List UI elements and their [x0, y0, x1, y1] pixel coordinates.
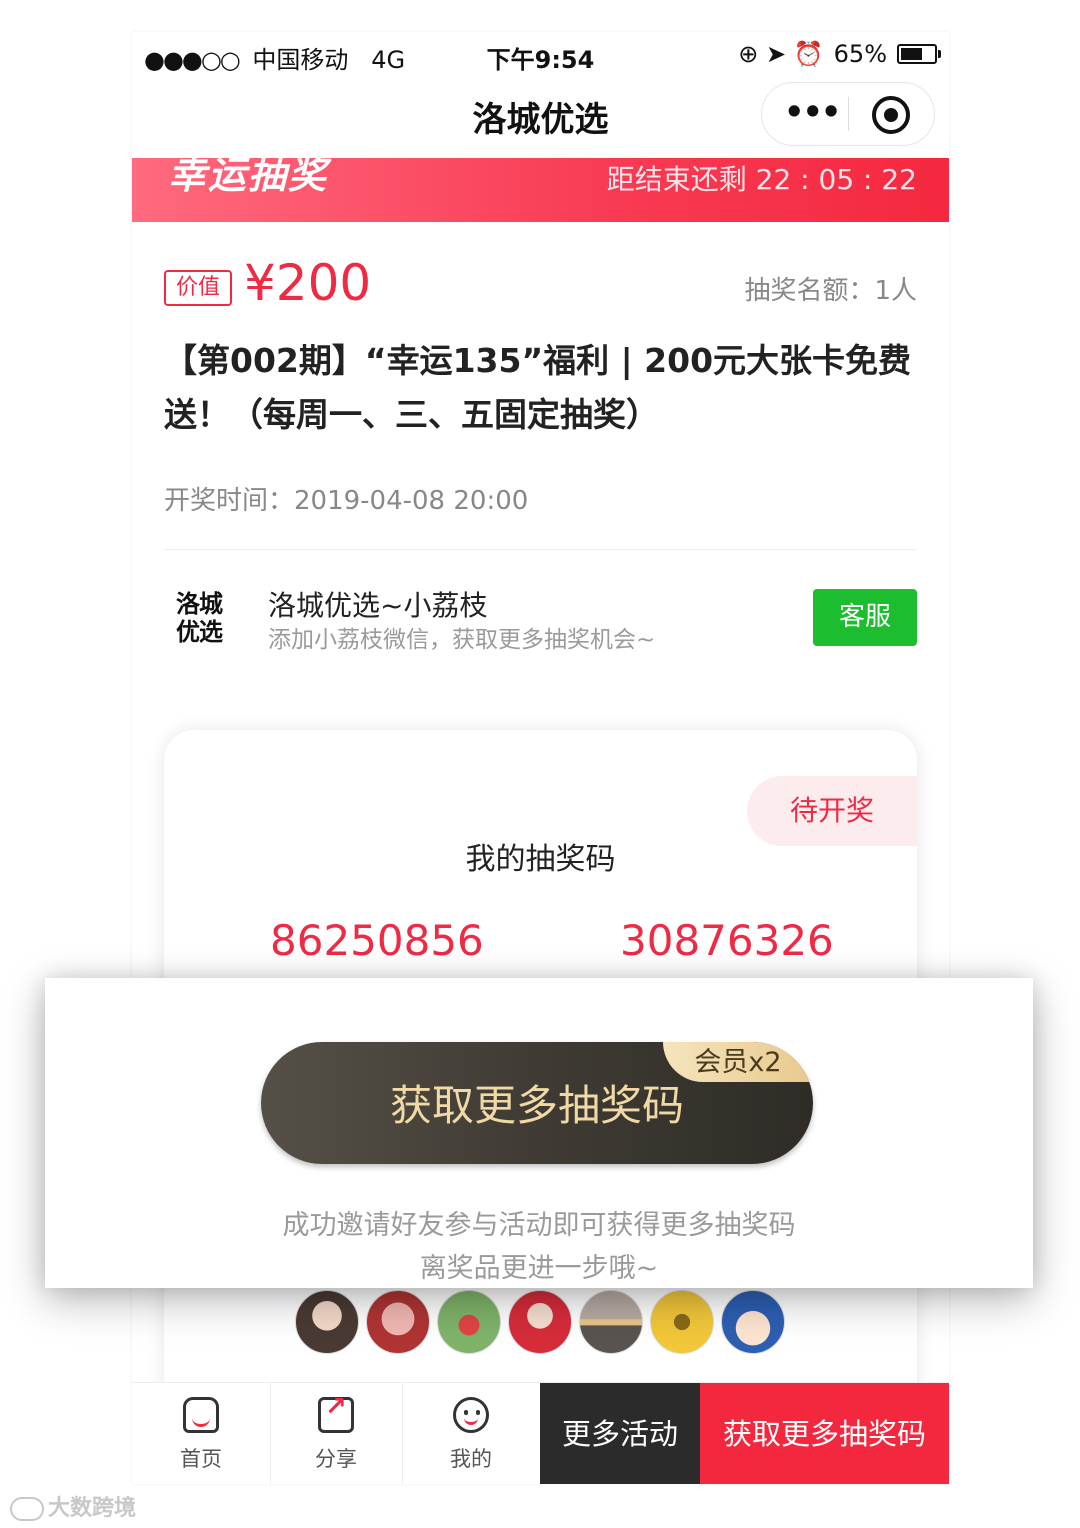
prize-price: ¥200	[244, 254, 372, 312]
battery-percent: 65%	[833, 40, 887, 68]
countdown-timer: 距结束还剩 22 : 05 : 22	[606, 163, 917, 196]
tab-home-label: 首页	[180, 1447, 222, 1471]
home-icon	[183, 1397, 219, 1433]
nav-bar: 洛城优选 •••	[132, 74, 949, 158]
participant-avatars	[295, 1290, 785, 1354]
tab-share-label: 分享	[315, 1447, 357, 1471]
lottery-code: 86250856	[270, 916, 484, 965]
more-icon[interactable]: •••	[784, 93, 841, 131]
smiley-icon	[453, 1397, 489, 1433]
invite-hint: 成功邀请好友参与活动即可获得更多抽奖码 离奖品更进一步哦~	[45, 1204, 1033, 1290]
invite-callout-panel: 获取更多抽奖码 会员x2 成功邀请好友参与活动即可获得更多抽奖码 离奖品更进一步…	[45, 978, 1033, 1288]
avatar	[437, 1290, 501, 1354]
lottery-code: 30876326	[620, 916, 834, 965]
tab-home[interactable]: 首页	[132, 1383, 271, 1484]
customer-service-button[interactable]: 客服	[813, 589, 917, 646]
banner-logo: 幸运抽奖	[168, 158, 329, 197]
battery-fill	[901, 48, 922, 60]
code-card-title: 我的抽奖码	[465, 842, 616, 877]
service-logo-line2: 优选	[176, 618, 223, 646]
service-name: 洛城优选~小荔枝	[268, 589, 488, 622]
tab-mine-label: 我的	[450, 1447, 492, 1471]
status-icons: ⊕ ➤ ⏰	[738, 40, 824, 68]
service-logo-line1: 洛城	[176, 590, 223, 618]
watermark: 大数跨境	[10, 1490, 136, 1522]
tab-mine[interactable]: 我的	[402, 1383, 540, 1484]
battery-icon	[897, 44, 941, 64]
miniprogram-capsule: •••	[761, 82, 935, 146]
tab-share[interactable]: 分享	[270, 1383, 403, 1484]
bottom-tab-bar: 首页 分享 我的 更多活动 获取更多抽奖码	[132, 1382, 949, 1484]
value-tag: 价值	[164, 270, 232, 306]
avatar	[579, 1290, 643, 1354]
capsule-divider	[848, 97, 849, 131]
divider	[164, 549, 917, 550]
status-right: ⊕ ➤ ⏰ 65%	[738, 40, 941, 68]
close-target-icon[interactable]	[872, 96, 910, 134]
avatar	[366, 1290, 430, 1354]
get-more-codes-big-button[interactable]: 获取更多抽奖码 会员x2	[261, 1042, 813, 1164]
avatar	[508, 1290, 572, 1354]
watermark-logo-icon	[10, 1497, 44, 1521]
avatar	[295, 1290, 359, 1354]
avatar	[650, 1290, 714, 1354]
status-bar: ●●●○○ 中国移动 4G 下午9:54 ⊕ ➤ ⏰ 65%	[132, 32, 949, 74]
invite-hint-line2: 离奖品更进一步哦~	[419, 1253, 659, 1284]
service-desc: 添加小荔枝微信，获取更多抽奖机会~	[268, 627, 656, 653]
share-icon	[318, 1392, 354, 1433]
more-activities-button[interactable]: 更多活动	[540, 1383, 700, 1484]
avatar	[721, 1290, 785, 1354]
draw-time: 开奖时间：2019-04-08 20:00	[164, 486, 529, 516]
lottery-banner: 幸运抽奖 距结束还剩 22 : 05 : 22	[132, 158, 949, 222]
prize-quota: 抽奖名额：1人	[744, 276, 917, 306]
prize-title: 【第002期】“幸运135”福利 | 200元大张卡免费送！（每周一、三、五固定…	[164, 341, 912, 434]
invite-hint-line1: 成功邀请好友参与活动即可获得更多抽奖码	[282, 1210, 796, 1241]
service-logo: 洛城 优选	[176, 590, 232, 646]
member-badge: 会员x2	[663, 1042, 813, 1082]
watermark-text: 大数跨境	[48, 1496, 137, 1521]
get-more-codes-button[interactable]: 获取更多抽奖码	[700, 1383, 949, 1484]
